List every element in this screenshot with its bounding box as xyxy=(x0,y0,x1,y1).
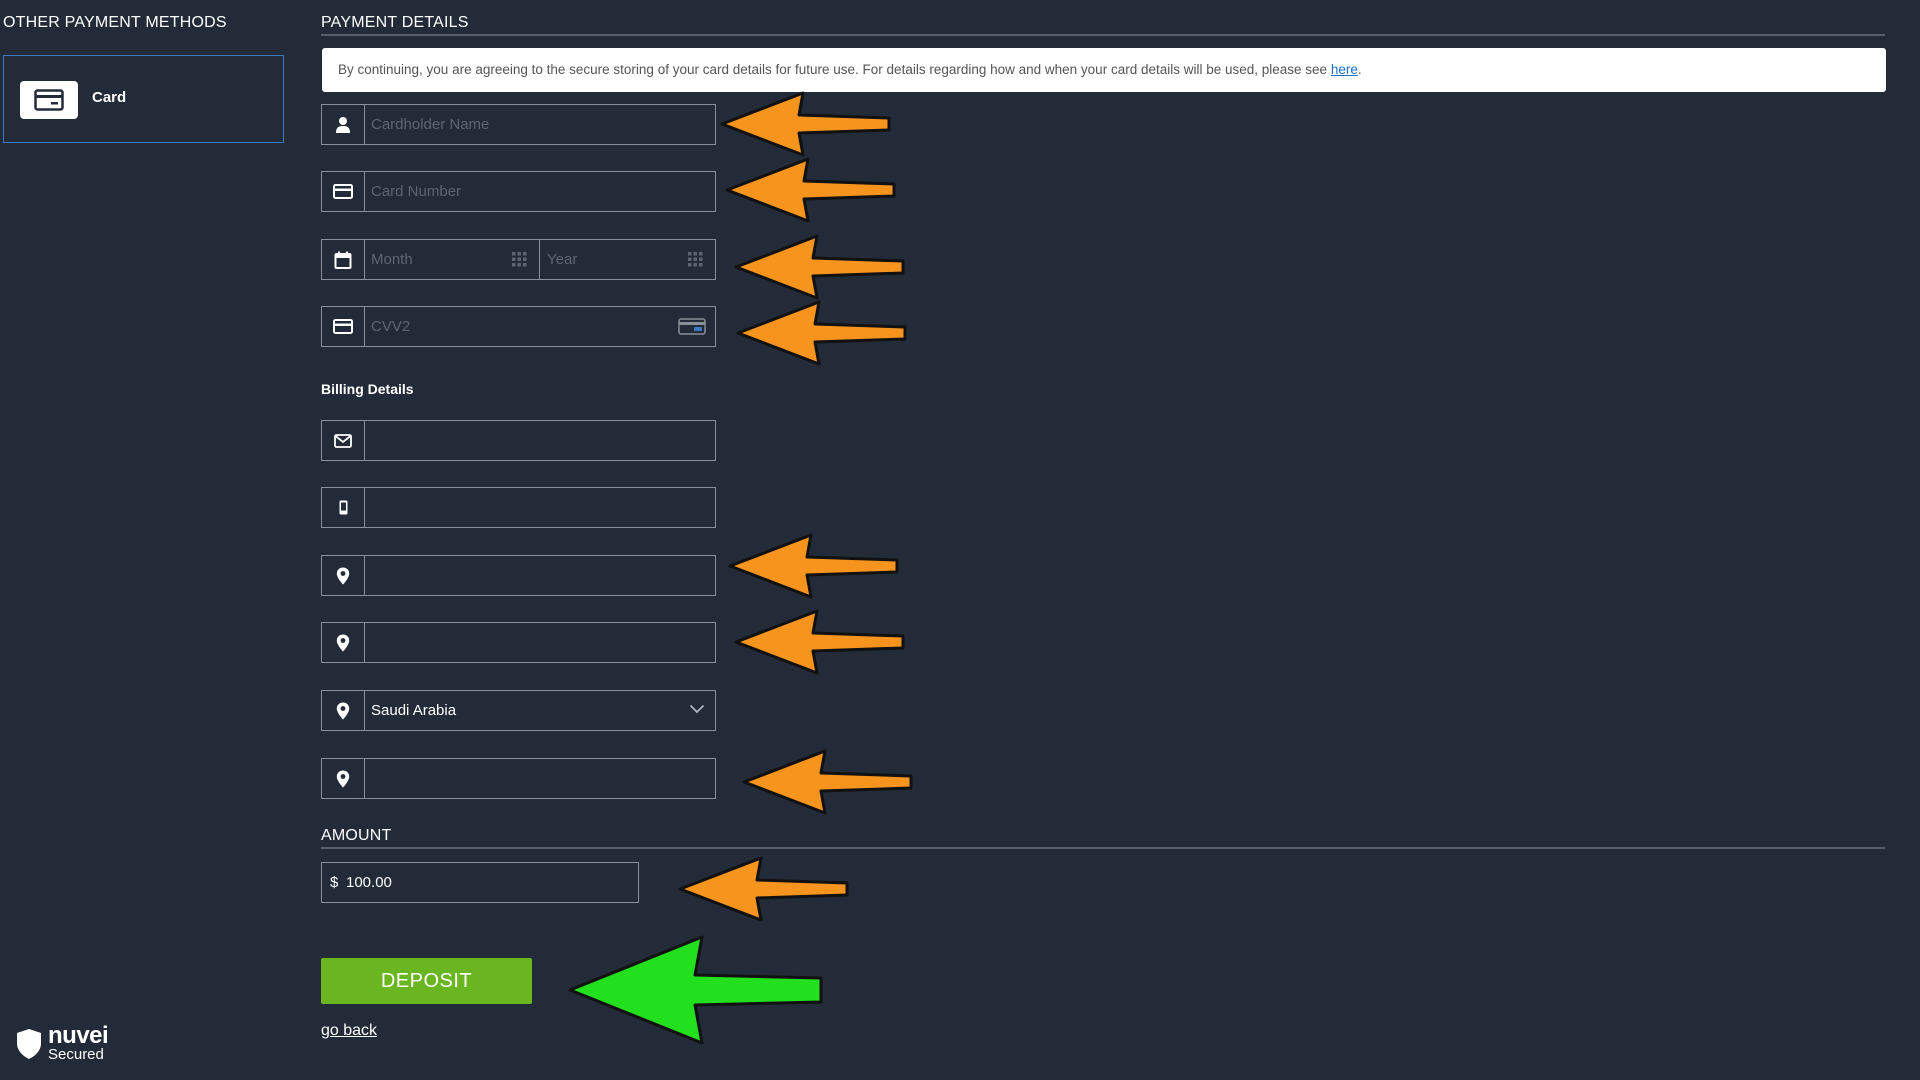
map-pin-icon xyxy=(322,623,365,662)
chevron-down-icon xyxy=(689,704,705,714)
nuvei-secured-logo: nuvei Secured xyxy=(15,1022,115,1064)
user-icon xyxy=(322,105,365,144)
annotation-arrow-green-icon xyxy=(568,935,823,1045)
phone-input[interactable] xyxy=(365,488,715,527)
cardholder-name-field xyxy=(321,104,716,145)
brand-subtitle: Secured xyxy=(48,1046,104,1063)
payment-details-divider xyxy=(321,34,1885,36)
currency-symbol: $ xyxy=(330,874,339,891)
cvv-input[interactable] xyxy=(365,307,715,346)
billing-details-label: Billing Details xyxy=(321,381,414,397)
mobile-phone-icon xyxy=(322,488,365,527)
annotation-arrow-orange-icon xyxy=(725,157,896,223)
calendar-icon xyxy=(322,240,365,279)
envelope-icon xyxy=(322,421,365,460)
annotation-arrow-orange-icon xyxy=(736,300,907,366)
amount-value: 100.00 xyxy=(346,874,392,891)
annotation-arrow-orange-icon xyxy=(734,234,905,300)
map-pin-icon xyxy=(322,691,365,730)
phone-field xyxy=(321,487,716,528)
grid-icon xyxy=(688,252,703,267)
annotation-arrow-orange-icon xyxy=(728,533,899,599)
notice-here-link[interactable]: here xyxy=(1331,62,1358,77)
credit-card-icon xyxy=(20,81,78,119)
annotation-arrow-orange-icon xyxy=(734,609,905,675)
card-storage-notice: By continuing, you are agreeing to the s… xyxy=(322,48,1886,92)
city-input[interactable] xyxy=(365,623,715,662)
payment-page: OTHER PAYMENT METHODS Card nuvei Secured… xyxy=(0,0,1920,1080)
annotation-arrow-orange-icon xyxy=(720,91,891,157)
cvv-hint-icon xyxy=(678,318,706,335)
month-placeholder: Month xyxy=(371,251,413,268)
card-number-field xyxy=(321,171,716,212)
map-pin-icon xyxy=(322,759,365,798)
expiry-year-select[interactable]: Year xyxy=(541,240,715,279)
country-field: Saudi Arabia xyxy=(321,690,716,731)
amount-title: AMOUNT xyxy=(321,827,392,844)
amount-input[interactable]: $ 100.00 xyxy=(321,862,639,903)
email-field xyxy=(321,420,716,461)
annotation-arrow-orange-icon xyxy=(678,856,849,922)
address-field xyxy=(321,555,716,596)
credit-card-icon xyxy=(322,307,365,346)
credit-card-icon xyxy=(322,172,365,211)
expiry-date-field: Month Year xyxy=(321,239,716,280)
cvv-field xyxy=(321,306,716,347)
grid-icon xyxy=(512,252,527,267)
address-input[interactable] xyxy=(365,556,715,595)
payment-details-title: PAYMENT DETAILS xyxy=(321,14,469,31)
deposit-button[interactable]: DEPOSIT xyxy=(321,958,532,1004)
payment-method-card[interactable]: Card xyxy=(3,55,284,143)
card-number-input[interactable] xyxy=(365,172,715,211)
city-field xyxy=(321,622,716,663)
country-select-value: Saudi Arabia xyxy=(371,702,457,719)
year-placeholder: Year xyxy=(547,251,578,268)
cardholder-name-input[interactable] xyxy=(365,105,715,144)
expiry-month-select[interactable]: Month xyxy=(365,240,540,279)
zip-code-input[interactable] xyxy=(365,759,715,798)
payment-method-label: Card xyxy=(92,89,127,106)
email-input[interactable] xyxy=(365,421,715,460)
go-back-link[interactable]: go back xyxy=(321,1022,377,1040)
notice-text: By continuing, you are agreeing to the s… xyxy=(338,62,1331,77)
annotation-arrow-orange-icon xyxy=(742,749,913,815)
amount-divider xyxy=(321,847,1885,849)
map-pin-icon xyxy=(322,556,365,595)
country-select[interactable]: Saudi Arabia xyxy=(365,691,715,730)
other-payment-methods-title: OTHER PAYMENT METHODS xyxy=(3,14,227,31)
notice-end: . xyxy=(1357,62,1362,77)
zip-code-field xyxy=(321,758,716,799)
shield-icon xyxy=(17,1029,41,1059)
